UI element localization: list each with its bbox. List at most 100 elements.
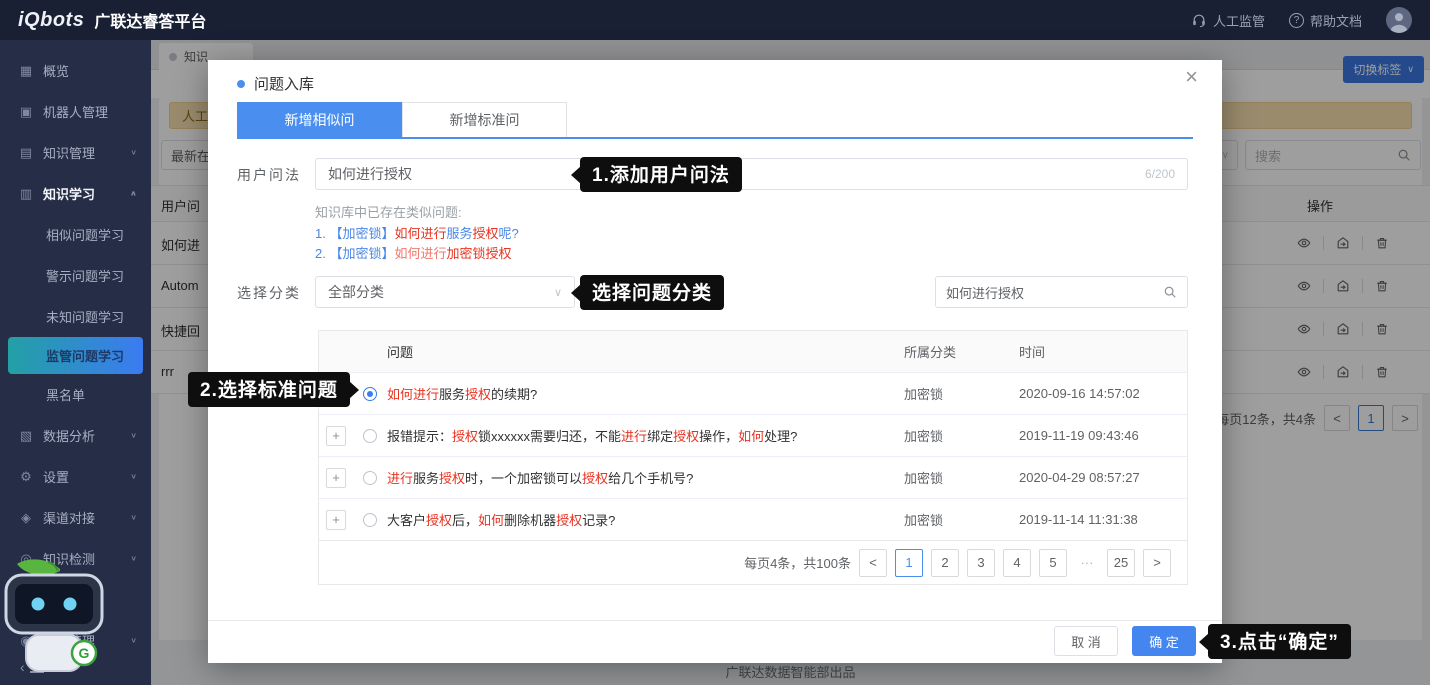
sidebar-item-overview[interactable]: ▦概览 [0,50,151,91]
table-row-1: + 报错提示：授权锁xxxxxx需要归还，不能进行绑定授权操作，如何处理? 加密… [319,414,1187,456]
expand-row-button[interactable]: + [326,510,346,530]
question-search-input[interactable]: 如何进行授权 [935,276,1188,308]
question-text: 如何进行服务授权的续期? [387,384,904,403]
callout-select-category: 选择问题分类 [580,275,724,310]
standard-question-table: 问题 所属分类 时间 + 如何进行服务授权的续期? 加密锁 2020-09-16… [318,330,1188,585]
page-number-button[interactable]: 3 [967,549,995,577]
chevron-down-icon: ∨ [554,286,562,299]
sidebar-item-label: 监管问题学习 [46,346,124,365]
question-time: 2020-04-29 08:57:27 [1019,470,1187,485]
sidebar-item-robot-management[interactable]: ▣ 机器人管理 [0,91,151,132]
top-header: iQbots 广联达睿答平台 人工监管 ? 帮助文档 [0,0,1430,40]
book-icon: ▤ [18,145,34,161]
modal-pagination: 每页4条，共100条 < 1 2 3 4 5 ··· 25 > [319,540,1187,584]
sidebar-item-label: 概览 [43,61,69,80]
close-icon[interactable]: × [1185,66,1198,88]
radio-select-question[interactable] [363,387,377,401]
chart-icon: ▧ [18,428,34,444]
confirm-button[interactable]: 确 定 [1132,626,1196,656]
expand-cell: + [319,468,353,488]
app-logo: iQbots [18,9,84,32]
page-number-button[interactable]: 5 [1039,549,1067,577]
question-storage-modal: 问题入库 × 新增相似问 新增标准问 用户问法 如何进行授权 6/200 知识库… [208,60,1222,663]
prev-page-button[interactable]: < [859,549,887,577]
sidebar-item-knowledge-management[interactable]: ▤知识管理∨ [0,132,151,173]
radio-cell [353,429,387,443]
next-page-button[interactable]: > [1143,549,1171,577]
category-label: 选择分类 [237,283,301,303]
similar-question-link[interactable]: 2. 【加密锁】如何进行加密锁授权 [315,243,512,262]
radio-select-question[interactable] [363,429,377,443]
sidebar-item-knowledge-learning[interactable]: ▥知识学习∧ [0,173,151,214]
table-row-3: + 大客户授权后，如何删除机器授权记录? 加密锁 2019-11-14 11:3… [319,498,1187,540]
page-number-button[interactable]: 2 [931,549,959,577]
chevron-down-icon: ∨ [130,472,137,481]
callout-click-confirm: 3.点击“确定” [1208,624,1351,659]
category-select[interactable]: 全部分类 ∨ [315,276,575,308]
column-time: 时间 [1019,342,1187,361]
sidebar-item-label: 知识管理 [43,143,95,162]
radio-cell [353,471,387,485]
column-category: 所属分类 [904,342,1019,361]
page-number-button[interactable]: 25 [1107,549,1135,577]
cancel-button[interactable]: 取 消 [1054,626,1118,656]
expand-row-button[interactable]: + [326,426,346,446]
robot-icon: ▣ [18,104,34,120]
search-icon [1163,285,1177,299]
radio-cell [353,513,387,527]
page-number-button[interactable]: 1 [895,549,923,577]
similar-exists-title: 知识库中已存在类似问题: [315,202,462,221]
table-row-0: + 如何进行服务授权的续期? 加密锁 2020-09-16 14:57:02 [319,372,1187,414]
blue-dot-icon [237,80,245,88]
expand-cell: + [319,426,353,446]
category-value: 全部分类 [328,282,384,302]
user-avatar[interactable] [1386,7,1412,33]
tab-add-similar-question[interactable]: 新增相似问 [237,102,402,137]
sidebar-item-data-analysis[interactable]: ▧ 数据分析 ∨ [0,415,151,456]
column-question: 问题 [387,342,904,361]
svg-text:G: G [79,645,90,661]
modal-tabs: 新增相似问 新增标准问 [237,102,567,137]
question-circle-icon: ? [1289,13,1304,28]
modal-footer: 取 消 确 定 [1054,626,1196,656]
help-doc-label: 帮助文档 [1310,11,1362,30]
manual-monitor-label: 人工监管 [1213,11,1265,30]
sidebar-item-channel-integration[interactable]: ◈渠道对接∨ [0,497,151,538]
pagination-ellipsis[interactable]: ··· [1075,555,1099,570]
radio-select-question[interactable] [363,471,377,485]
mascot-robot: G [0,553,115,679]
chevron-down-icon: ∨ [130,554,137,563]
chevron-down-icon: ∨ [130,431,137,440]
help-doc-link[interactable]: ? 帮助文档 [1289,11,1362,30]
expand-row-button[interactable]: + [326,468,346,488]
page-number-button[interactable]: 4 [1003,549,1031,577]
chevron-down-icon: ∨ [130,513,137,522]
question-category: 加密锁 [904,468,1019,487]
sidebar-item-label: 数据分析 [43,426,95,445]
user-question-input[interactable]: 如何进行授权 6/200 [315,158,1188,190]
sidebar-item-label: 警示问题学习 [46,266,124,285]
sidebar-item-blacklist[interactable]: 黑名单 [0,374,151,415]
table-body: + 如何进行服务授权的续期? 加密锁 2020-09-16 14:57:02 +… [319,372,1187,540]
sidebar-item-supervised-question-learning[interactable]: 监管问题学习 [8,337,143,374]
sidebar-item-label: 设置 [43,467,69,486]
table-row-2: + 进行服务授权时，一个加密锁可以授权给几个手机号? 加密锁 2020-04-2… [319,456,1187,498]
question-category: 加密锁 [904,426,1019,445]
sidebar-item-unknown-question-learning[interactable]: 未知问题学习 [0,296,151,337]
sidebar-item-label: 相似问题学习 [46,225,124,244]
radio-select-question[interactable] [363,513,377,527]
tabs-underline [237,137,1193,139]
similar-question-link[interactable]: 1. 【加密锁】如何进行服务授权呢? [315,223,519,242]
manual-monitor-link[interactable]: 人工监管 [1191,11,1265,30]
sidebar-item-warning-question-learning[interactable]: 警示问题学习 [0,255,151,296]
header-actions: 人工监管 ? 帮助文档 [1191,7,1412,33]
sidebar-item-settings[interactable]: ⚙设置∨ [0,456,151,497]
sidebar-item-label: 机器人管理 [43,102,108,121]
tab-add-standard-question[interactable]: 新增标准问 [402,102,567,137]
question-text: 进行服务授权时，一个加密锁可以授权给几个手机号? [387,468,904,487]
table-header-row: 问题 所属分类 时间 [319,331,1187,372]
sidebar-item-similar-question-learning[interactable]: 相似问题学习 [0,214,151,255]
callout-add-user-question: 1.添加用户问法 [580,157,742,192]
question-time: 2019-11-14 11:31:38 [1019,512,1187,527]
sidebar-item-label: 知识学习 [43,184,95,203]
